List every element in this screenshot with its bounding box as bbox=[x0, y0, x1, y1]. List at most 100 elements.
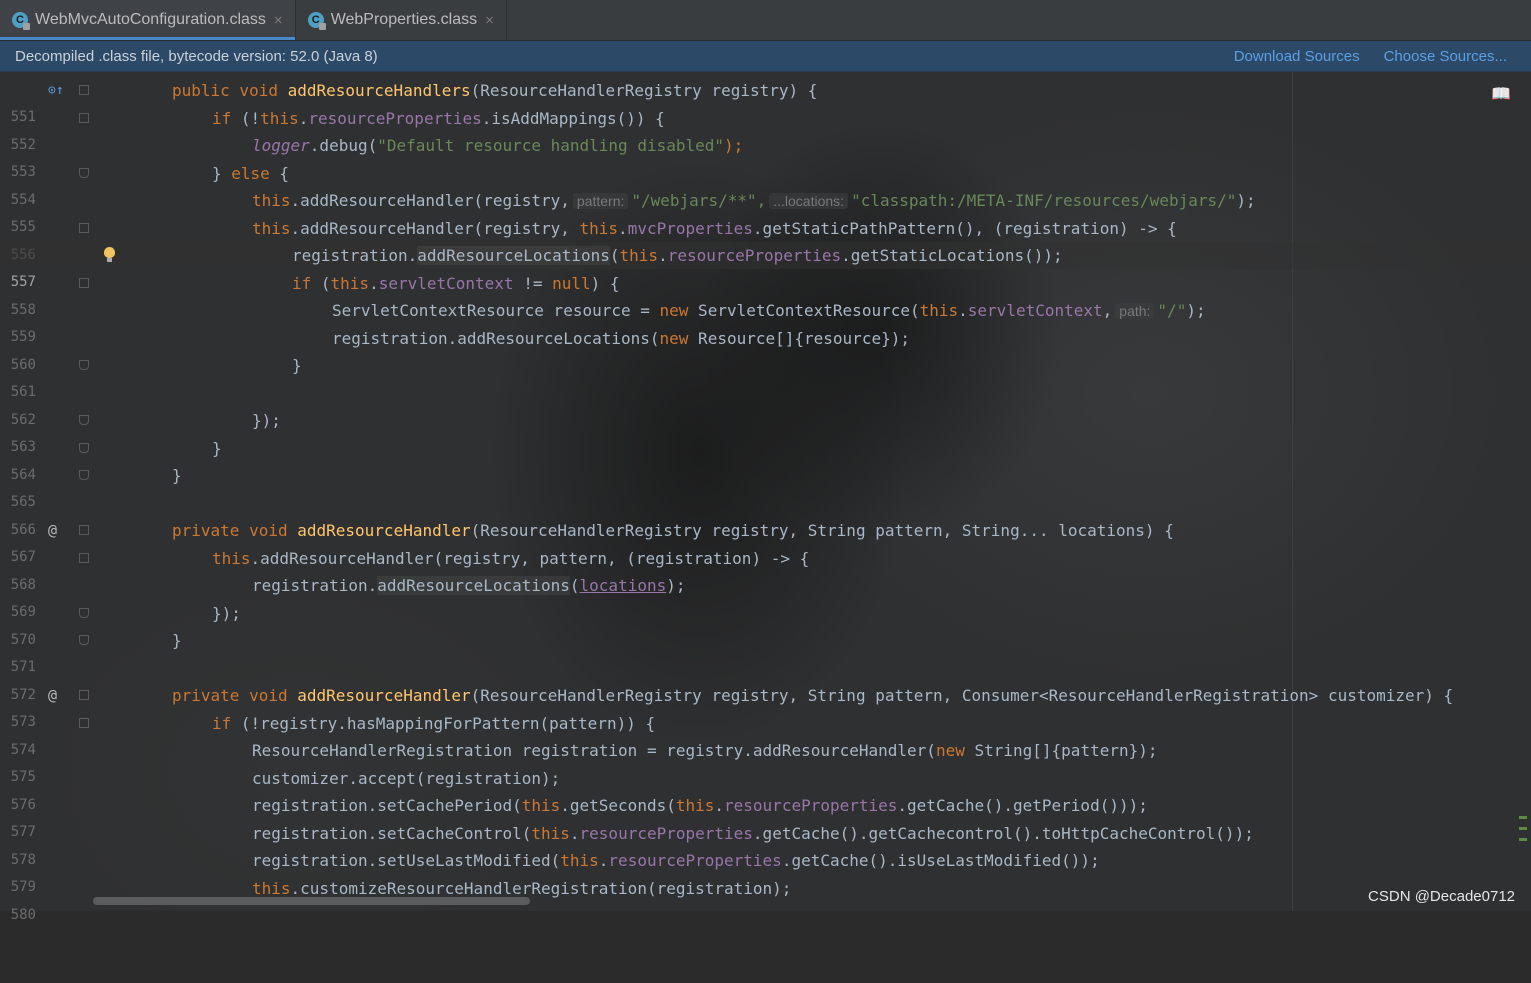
code-token: } bbox=[212, 163, 232, 183]
code-text: private void addResourceHandler(Resource… bbox=[172, 682, 1453, 709]
code-token: this bbox=[212, 548, 251, 568]
close-icon[interactable]: × bbox=[485, 12, 494, 29]
horizontal-scrollbar[interactable] bbox=[93, 897, 530, 905]
reader-mode-icon[interactable]: 📖 bbox=[1491, 84, 1511, 104]
lightbulb-icon[interactable] bbox=[104, 247, 115, 262]
code-line: 567 @ private void addResourceHandler(Re… bbox=[0, 517, 1531, 565]
banner-message: Decompiled .class file, bytecode version… bbox=[15, 47, 378, 65]
annotation-gutter-icon[interactable]: @ bbox=[48, 517, 57, 544]
code-token: , bbox=[1102, 301, 1113, 320]
code-text: private void addResourceHandler(Resource… bbox=[172, 517, 1174, 544]
code-token: registration.setCachePeriod( bbox=[252, 796, 522, 815]
code-token: }); bbox=[252, 411, 281, 430]
code-line: 551 ⊙↑ public void addResourceHandlers(R… bbox=[0, 77, 1531, 125]
fold-marker-icon[interactable] bbox=[79, 360, 89, 370]
code-token: } bbox=[292, 356, 302, 375]
fold-marker-icon[interactable] bbox=[79, 222, 89, 233]
code-token: "/" bbox=[1157, 301, 1187, 320]
code-token: addResourceHandlers bbox=[287, 81, 471, 100]
code-token: != bbox=[513, 273, 553, 293]
code-token: (! bbox=[231, 108, 261, 128]
code-line: 578 registration.setCacheControl(this.re… bbox=[0, 820, 1531, 868]
code-token: (ResourceHandlerRegistry registry, Strin… bbox=[470, 686, 1454, 705]
fold-marker-icon[interactable] bbox=[79, 690, 89, 700]
choose-sources-link[interactable]: Choose Sources... bbox=[1384, 48, 1507, 65]
code-token: this bbox=[252, 191, 291, 210]
code-token: ServletContextResource( bbox=[688, 301, 920, 320]
code-token: "/webjars/**", bbox=[631, 191, 767, 210]
fold-marker-icon[interactable] bbox=[79, 442, 89, 453]
annotation-gutter-icon[interactable]: @ bbox=[48, 682, 57, 709]
code-token: resourceProperties bbox=[667, 246, 842, 265]
code-token: "classpath:/META-INF/resources/webjars/" bbox=[851, 191, 1237, 210]
code-line: 579 registration.setUseLastModified(this… bbox=[0, 847, 1531, 895]
code-token: } bbox=[172, 631, 182, 650]
code-token: addResourceHandler bbox=[297, 521, 471, 540]
code-line: 576 customizer.accept(registration); bbox=[0, 765, 1531, 813]
code-token: addResourceLocations bbox=[377, 576, 570, 595]
code-line-current: 557 registration.addResourceLocations(th… bbox=[0, 242, 1531, 290]
code-token: servletContext bbox=[378, 273, 514, 293]
code-token: (ResourceHandlerRegistry registry) { bbox=[470, 81, 818, 100]
fold-marker-icon[interactable] bbox=[79, 85, 89, 95]
fold-marker-icon[interactable] bbox=[79, 552, 89, 563]
code-token: if bbox=[212, 108, 232, 128]
code-line: 568 this.addResourceHandler(registry, pa… bbox=[0, 545, 1531, 593]
code-text: this.addResourceHandler(registry, pattern… bbox=[252, 187, 1256, 215]
code-text: ServletContextResource resource = new Se… bbox=[332, 297, 1206, 325]
code-token: this bbox=[675, 796, 715, 815]
code-line: 570 }); bbox=[0, 600, 1531, 648]
code-token: this bbox=[919, 301, 959, 320]
code-token: }); bbox=[212, 603, 241, 623]
fold-marker-icon[interactable] bbox=[79, 470, 89, 480]
code-token: if bbox=[292, 273, 312, 293]
code-token: ); bbox=[1186, 301, 1206, 320]
code-token: .getCache().getCachecontrol().toHttpCach… bbox=[752, 823, 1254, 843]
code-token: registration.addResourceLocations( bbox=[332, 328, 660, 348]
code-line: 554 } else { bbox=[0, 160, 1531, 208]
code-token: else bbox=[231, 163, 270, 183]
code-token: ) { bbox=[590, 273, 620, 293]
fold-marker-icon[interactable] bbox=[79, 167, 89, 178]
code-token: this bbox=[619, 246, 659, 265]
download-sources-link[interactable]: Download Sources bbox=[1234, 48, 1360, 65]
code-line: 564 } bbox=[0, 435, 1531, 483]
code-token: .addResourceHandler(registry, bbox=[290, 218, 580, 238]
close-icon[interactable]: × bbox=[274, 12, 283, 29]
code-token: ResourceHandlerRegistration registration… bbox=[252, 741, 936, 760]
code-line: 552 if (!this.resourceProperties.isAddMa… bbox=[0, 105, 1531, 153]
error-stripe-markers[interactable] bbox=[1519, 816, 1527, 864]
code-line: 559 ServletContextResource resource = ne… bbox=[0, 297, 1531, 345]
code-token: . bbox=[569, 823, 580, 843]
override-gutter-icon[interactable]: ⊙↑ bbox=[48, 77, 64, 104]
code-text: } bbox=[172, 462, 182, 489]
fold-marker-icon[interactable] bbox=[79, 717, 89, 728]
fold-marker-icon[interactable] bbox=[79, 277, 89, 288]
tab-webmvcautoconfiguration[interactable]: C WebMvcAutoConfiguration.class × bbox=[0, 0, 296, 40]
fold-marker-icon[interactable] bbox=[79, 112, 89, 123]
code-token: . bbox=[658, 246, 668, 265]
fold-marker-icon[interactable] bbox=[79, 635, 89, 645]
code-token: (ResourceHandlerRegistry registry, Strin… bbox=[470, 521, 1174, 540]
code-editor[interactable]: 551 ⊙↑ public void addResourceHandlers(R… bbox=[0, 77, 1531, 923]
code-line: 571 } bbox=[0, 627, 1531, 675]
code-text: if (!this.resourceProperties.isAddMappin… bbox=[212, 105, 665, 132]
decompiled-notification-banner: Decompiled .class file, bytecode version… bbox=[0, 41, 1531, 72]
code-text: registration.addResourceLocations(this.r… bbox=[292, 242, 1063, 269]
fold-marker-icon[interactable] bbox=[79, 525, 89, 535]
code-token: new bbox=[659, 301, 689, 320]
tab-label: WebProperties.class bbox=[330, 11, 478, 28]
code-token: ServletContextResource resource = bbox=[332, 301, 660, 320]
fold-marker-icon[interactable] bbox=[79, 415, 89, 425]
code-line: 577 registration.setCachePeriod(this.get… bbox=[0, 792, 1531, 840]
code-token: this bbox=[260, 108, 299, 128]
code-token: . bbox=[298, 108, 309, 128]
code-line: 561 } bbox=[0, 352, 1531, 400]
code-token: .getStaticPathPattern(), (registration) … bbox=[752, 218, 1177, 238]
tab-webproperties[interactable]: C WebProperties.class × bbox=[296, 0, 507, 40]
fold-marker-icon[interactable] bbox=[79, 607, 89, 618]
code-text: registration.setCacheControl(this.resour… bbox=[252, 820, 1254, 847]
class-file-icon: C bbox=[12, 12, 30, 30]
code-token: resourceProperties bbox=[308, 108, 482, 128]
code-text: this.addResourceHandler(registry, patter… bbox=[212, 545, 809, 572]
